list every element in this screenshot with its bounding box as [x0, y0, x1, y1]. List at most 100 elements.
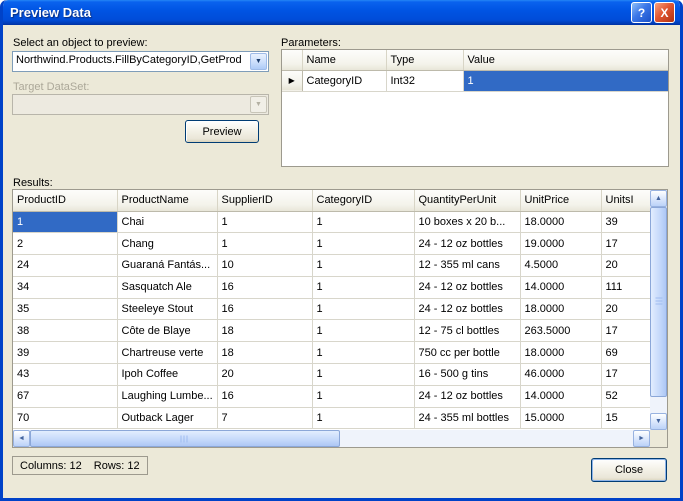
results-cell[interactable]: 1	[312, 254, 415, 277]
results-cell[interactable]: 15.0000	[520, 407, 602, 430]
results-cell[interactable]: 70	[13, 407, 118, 430]
results-cell[interactable]: 34	[13, 276, 118, 299]
table-row[interactable]: 67 Laughing Lumbe... 16 1 24 - 12 oz bottles…	[13, 385, 651, 408]
results-cell[interactable]: 20	[217, 363, 313, 386]
help-icon[interactable]: ?	[631, 2, 652, 23]
results-cell[interactable]: 16	[217, 385, 313, 408]
table-row[interactable]: 2 Chang 1 1 24 - 12 oz bottles 19.0000 17	[13, 232, 651, 256]
table-row[interactable]: 34 Sasquatch Ale 16 1 24 - 12 oz bottles 14.0…	[13, 276, 651, 299]
results-cell[interactable]: Chai	[117, 211, 218, 234]
params-cell[interactable]: CategoryID	[302, 70, 387, 92]
results-cell[interactable]: Outback Lager	[117, 407, 218, 430]
results-cell[interactable]: 14.0000	[520, 385, 602, 408]
horizontal-scrollbar-thumb[interactable]	[30, 430, 340, 447]
results-cell[interactable]: 24	[13, 254, 118, 277]
results-column-header[interactable]: ProductName	[117, 190, 218, 212]
results-cell[interactable]: 263.5000	[520, 319, 602, 343]
table-row[interactable]: 35 Steeleye Stout 16 1 24 - 12 oz bottles 18.…	[13, 298, 651, 321]
close-button[interactable]: Close	[591, 458, 667, 482]
results-cell[interactable]: Chartreuse verte	[117, 341, 218, 365]
results-cell[interactable]: Côte de Blaye	[117, 319, 218, 343]
vertical-scrollbar[interactable]: ▲ ▼	[650, 190, 667, 430]
results-cell[interactable]: Guaraná Fantás...	[117, 254, 218, 277]
results-cell[interactable]: 24 - 355 ml bottles	[414, 407, 521, 430]
results-cell[interactable]: 16	[217, 298, 313, 321]
results-cell[interactable]: Steeleye Stout	[117, 298, 218, 321]
results-cell[interactable]: 10 boxes x 20 b...	[414, 211, 521, 234]
results-cell[interactable]: 1	[312, 319, 415, 343]
results-cell[interactable]: 39	[13, 341, 118, 365]
results-cell[interactable]: 24 - 12 oz bottles	[414, 232, 521, 256]
results-cell[interactable]: 7	[217, 407, 313, 430]
chevron-down-icon[interactable]: ▼	[250, 53, 267, 70]
results-cell[interactable]: 14.0000	[520, 276, 602, 299]
results-cell[interactable]: 18.0000	[520, 211, 602, 234]
results-column-header[interactable]: SupplierID	[217, 190, 313, 212]
results-column-header[interactable]: QuantityPerUnit	[414, 190, 521, 212]
table-row[interactable]: 70 Outback Lager 7 1 24 - 355 ml bottles 15.0…	[13, 407, 651, 430]
results-cell[interactable]: 38	[13, 319, 118, 343]
table-row[interactable]: 39 Chartreuse verte 18 1 750 cc per bottle 18…	[13, 341, 651, 365]
results-cell[interactable]: 4.5000	[520, 254, 602, 277]
results-cell[interactable]: 16 - 500 g tins	[414, 363, 521, 386]
results-cell[interactable]: 20	[601, 254, 651, 277]
params-cell[interactable]: 1	[463, 70, 668, 92]
params-column-header[interactable]: Name	[302, 50, 387, 71]
results-cell[interactable]: 35	[13, 298, 118, 321]
preview-button[interactable]: Preview	[185, 120, 259, 143]
params-column-header[interactable]: Value	[463, 50, 668, 71]
params-column-header[interactable]: Type	[386, 50, 464, 71]
results-cell[interactable]: 1	[312, 341, 415, 365]
scroll-left-icon[interactable]: ◄	[13, 430, 30, 447]
results-cell[interactable]: 750 cc per bottle	[414, 341, 521, 365]
results-cell[interactable]: 67	[13, 385, 118, 408]
results-cell[interactable]: 12 - 355 ml cans	[414, 254, 521, 277]
results-cell[interactable]: 1	[312, 363, 415, 386]
results-column-header[interactable]: CategoryID	[312, 190, 415, 212]
table-row[interactable]: 1 Chai 1 1 10 boxes x 20 b... 18.0000 39	[13, 211, 651, 234]
results-cell[interactable]: 18	[217, 341, 313, 365]
params-row[interactable]: ▶ CategoryID Int32 1	[282, 70, 668, 92]
object-picker-combobox[interactable]: Northwind.Products.FillByCategoryID,GetP…	[12, 51, 269, 72]
params-cell[interactable]: Int32	[386, 70, 464, 92]
results-cell[interactable]: 1	[312, 298, 415, 321]
results-cell[interactable]: 18.0000	[520, 341, 602, 365]
results-cell[interactable]: 46.0000	[520, 363, 602, 386]
results-cell[interactable]: 1	[312, 407, 415, 430]
results-cell[interactable]: 24 - 12 oz bottles	[414, 298, 521, 321]
results-cell[interactable]: 24 - 12 oz bottles	[414, 385, 521, 408]
results-cell[interactable]: 24 - 12 oz bottles	[414, 276, 521, 299]
close-icon[interactable]: X	[654, 2, 675, 23]
scroll-right-icon[interactable]: ►	[633, 430, 650, 447]
results-cell[interactable]: 18.0000	[520, 298, 602, 321]
results-cell[interactable]: 1	[312, 276, 415, 299]
scroll-down-icon[interactable]: ▼	[650, 413, 667, 430]
results-cell[interactable]: 15	[601, 407, 651, 430]
results-cell[interactable]: 2	[13, 232, 118, 256]
results-cell[interactable]: 1	[13, 211, 118, 234]
results-cell[interactable]: 52	[601, 385, 651, 408]
results-cell[interactable]: Ipoh Coffee	[117, 363, 218, 386]
results-column-header[interactable]: UnitsI	[601, 190, 651, 212]
results-cell[interactable]: 1	[312, 385, 415, 408]
results-cell[interactable]: 1	[312, 211, 415, 234]
results-cell[interactable]: 69	[601, 341, 651, 365]
table-row[interactable]: 38 Côte de Blaye 18 1 12 - 75 cl bottles 263.…	[13, 319, 651, 343]
results-cell[interactable]: 1	[217, 232, 313, 256]
horizontal-scrollbar[interactable]: ◄ ►	[13, 430, 650, 447]
results-cell[interactable]: 1	[312, 232, 415, 256]
results-cell[interactable]: 17	[601, 363, 651, 386]
scroll-up-icon[interactable]: ▲	[650, 190, 667, 207]
results-column-header[interactable]: UnitPrice	[520, 190, 602, 212]
results-cell[interactable]: 10	[217, 254, 313, 277]
vertical-scrollbar-thumb[interactable]	[650, 207, 667, 397]
table-row[interactable]: 24 Guaraná Fantás... 10 1 12 - 355 ml cans 4.…	[13, 254, 651, 277]
results-cell[interactable]: Laughing Lumbe...	[117, 385, 218, 408]
results-cell[interactable]: 20	[601, 298, 651, 321]
table-row[interactable]: 43 Ipoh Coffee 20 1 16 - 500 g tins 46.0000 17	[13, 363, 651, 386]
results-cell[interactable]: 17	[601, 319, 651, 343]
results-cell[interactable]: 17	[601, 232, 651, 256]
results-cell[interactable]: 18	[217, 319, 313, 343]
results-cell[interactable]: 1	[217, 211, 313, 234]
results-cell[interactable]: 43	[13, 363, 118, 386]
